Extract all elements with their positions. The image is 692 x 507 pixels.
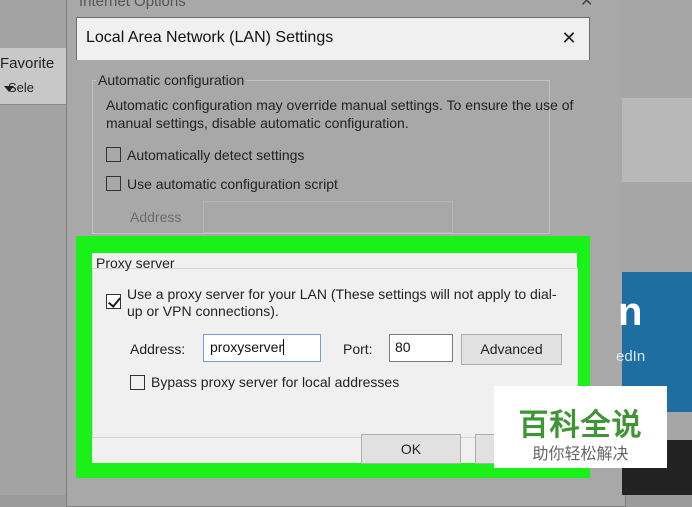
select-menu[interactable]: Sele [8, 80, 34, 95]
text-cursor [283, 339, 285, 355]
config-script-checkbox[interactable] [106, 176, 121, 191]
close-icon[interactable]: ✕ [554, 25, 584, 51]
script-address-input[interactable] [203, 201, 453, 233]
use-proxy-label[interactable]: Use a proxy server for your LAN (These s… [127, 286, 567, 320]
bypass-local-label[interactable]: Bypass proxy server for local addresses [151, 374, 399, 390]
proxy-port-input[interactable]: 80 [389, 334, 453, 362]
ok-button[interactable]: OK [361, 434, 461, 464]
watermark-logo: 百科全说 助你轻松解决 [494, 386, 667, 468]
detect-settings-label[interactable]: Automatically detect settings [127, 147, 304, 163]
background-panel [622, 98, 692, 182]
script-address-label: Address [130, 209, 182, 225]
detect-settings-checkbox[interactable] [106, 147, 121, 162]
banner-text: edIn [616, 348, 646, 365]
proxy-server-label: Proxy server [96, 255, 175, 271]
watermark-title: 百科全说 [518, 409, 643, 442]
bypass-local-checkbox[interactable] [130, 375, 145, 390]
close-icon[interactable]: ✕ [580, 0, 593, 11]
proxy-port-label: Port: [343, 341, 373, 357]
proxy-address-input[interactable]: proxyserver [203, 334, 321, 362]
favorites-menu[interactable]: Favorite [0, 55, 54, 72]
banner-letter: n [618, 290, 643, 334]
automatic-configuration-label: Automatic configuration [96, 72, 247, 88]
internet-options-title: Internet Options [79, 0, 186, 10]
minimize-icon[interactable]: − [524, 0, 532, 7]
use-proxy-checkbox[interactable] [106, 294, 121, 309]
proxy-address-label: Address: [130, 341, 186, 357]
advanced-button[interactable]: Advanced [461, 334, 562, 365]
automatic-configuration-description: Automatic configuration may override man… [106, 97, 574, 131]
config-script-label[interactable]: Use automatic configuration script [127, 176, 338, 192]
dialog-title: Local Area Network (LAN) Settings [86, 29, 334, 46]
proxy-address-value: proxyserver [210, 339, 284, 355]
watermark-subtitle: 助你轻松解决 [532, 446, 629, 463]
